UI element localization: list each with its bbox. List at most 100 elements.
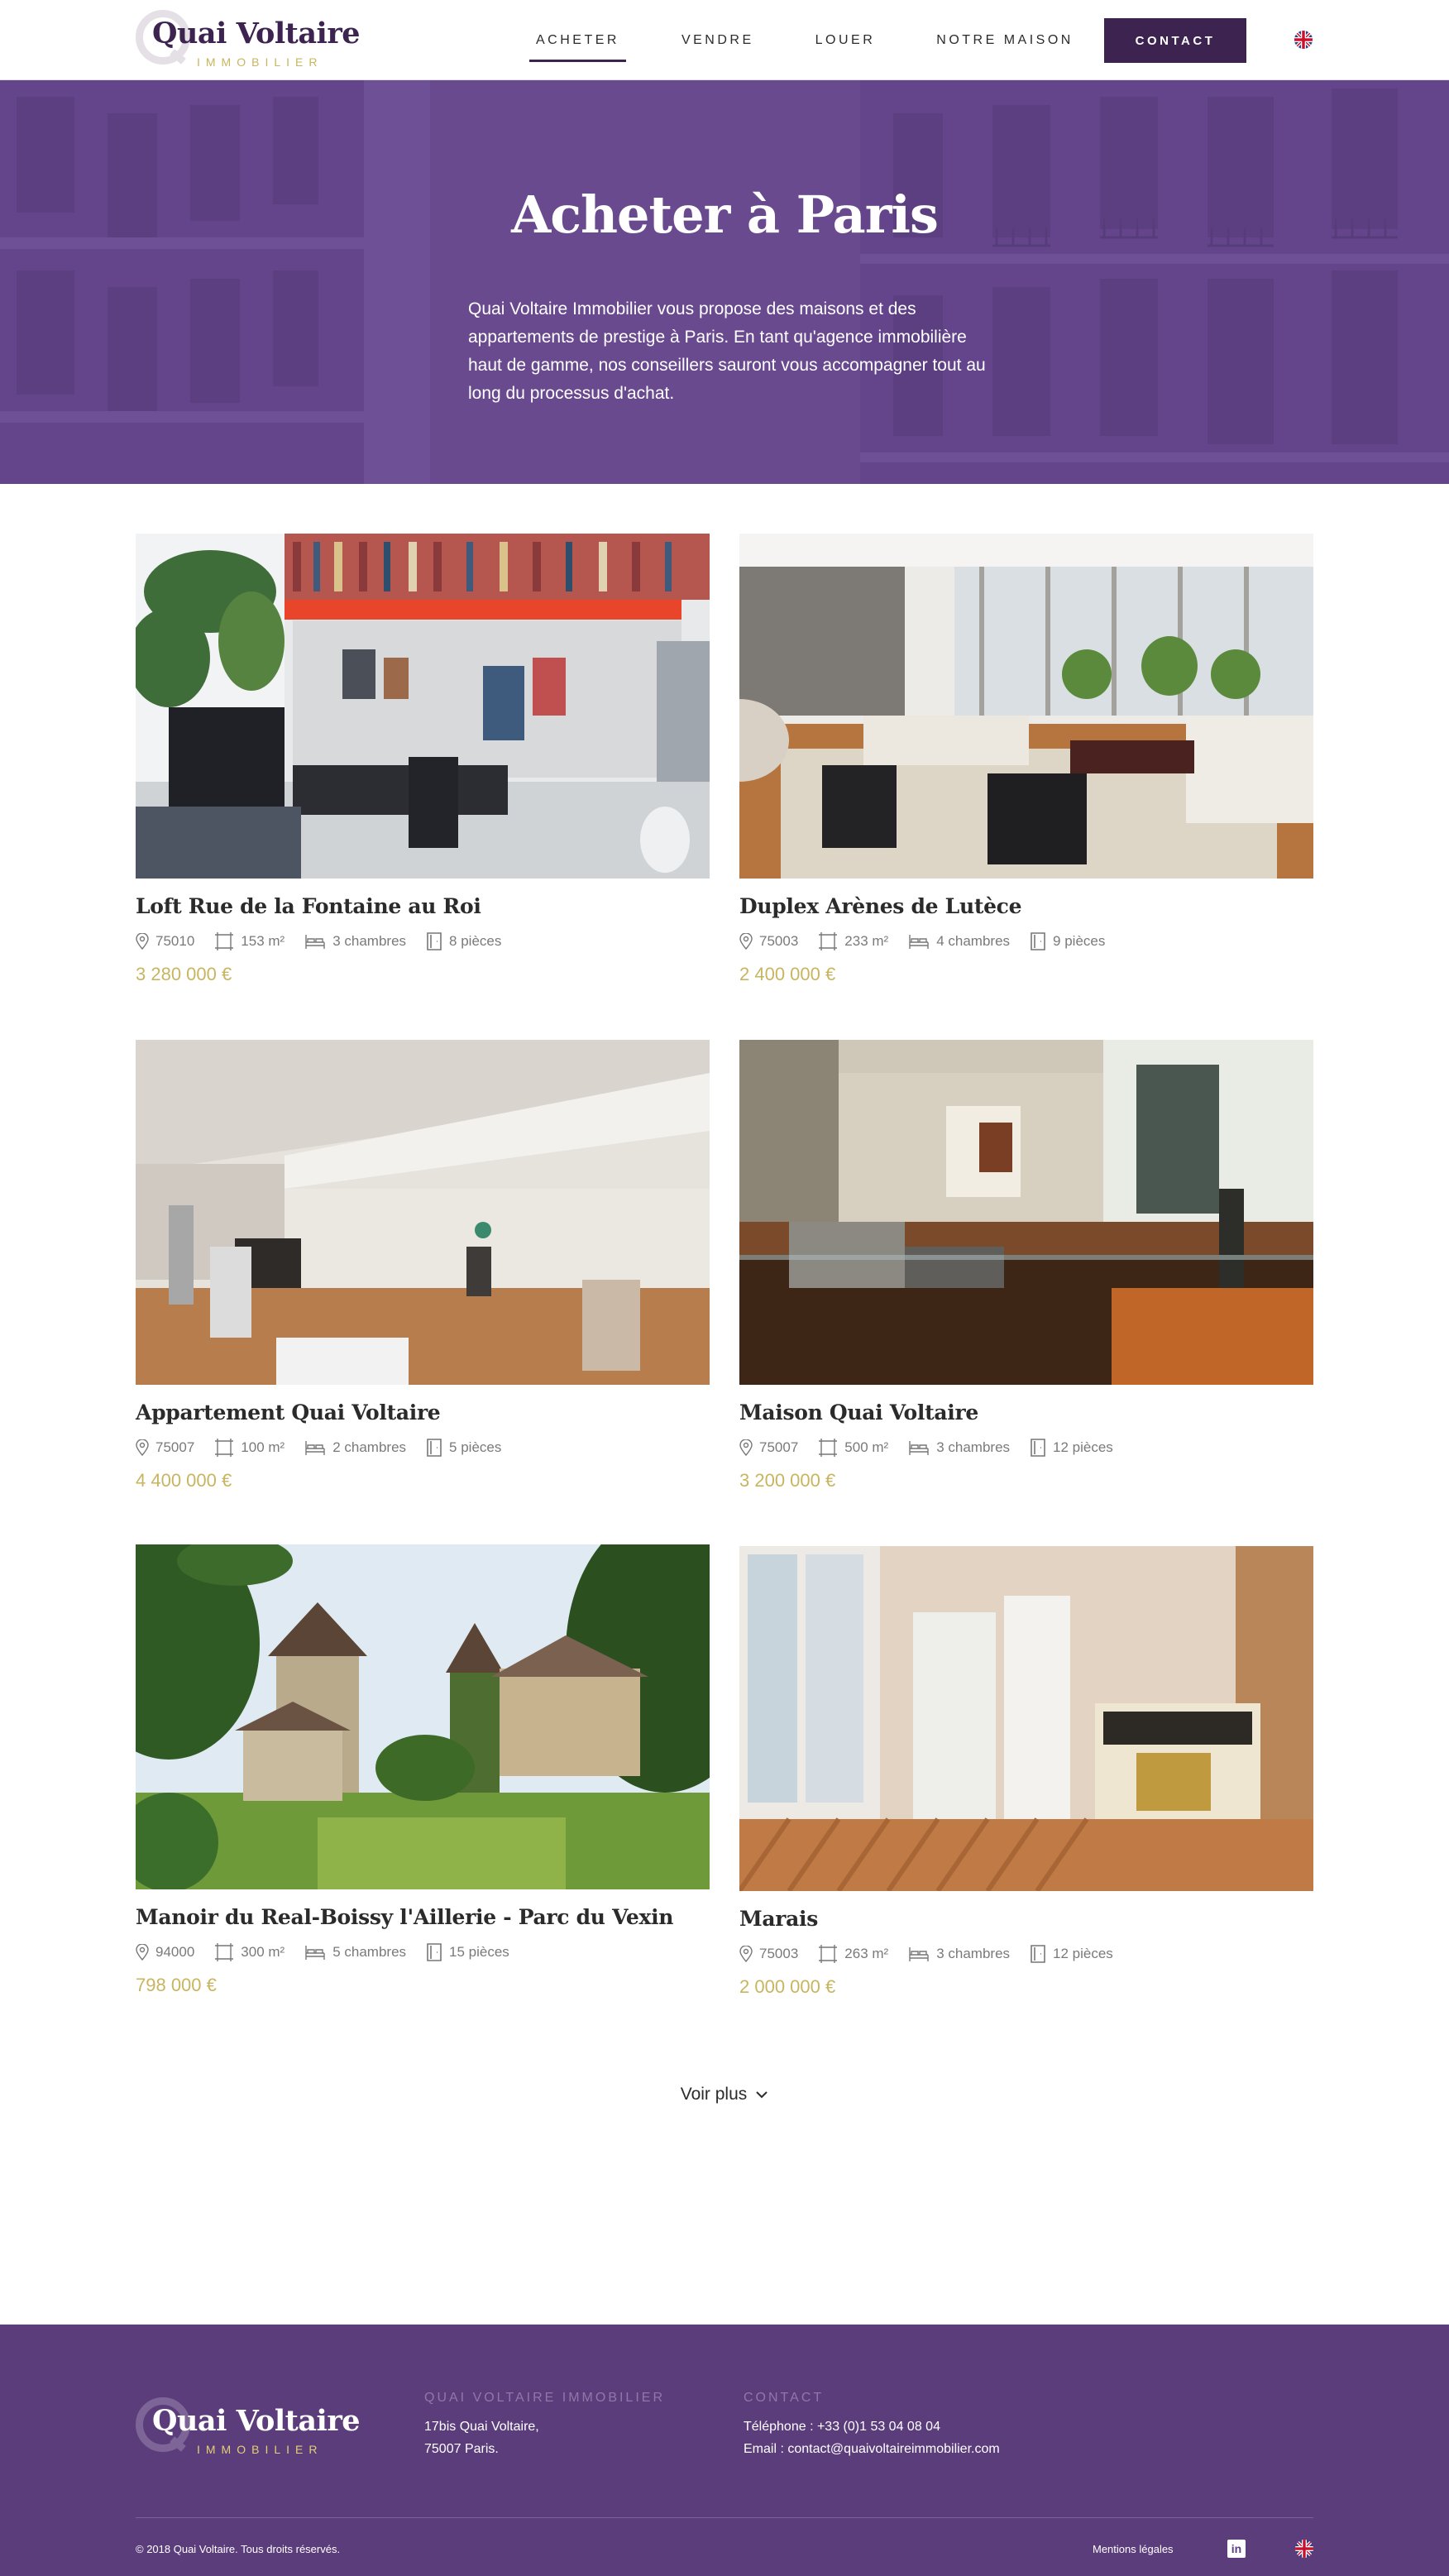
location-pin-icon — [136, 1439, 149, 1456]
nav-item-acheter[interactable]: ACHETER — [529, 0, 626, 80]
listing-title[interactable]: Loft Rue de la Fontaine au Roi — [136, 894, 481, 918]
door-icon — [1031, 1439, 1045, 1457]
listing-area: 500 m² — [818, 1438, 888, 1458]
listing-price: 3 280 000 € — [136, 964, 232, 984]
listing-zip: 75003 — [739, 933, 798, 950]
door-icon — [1031, 1945, 1045, 1963]
listing-bedrooms: 3 chambres — [908, 1945, 1010, 1963]
bed-icon — [305, 1946, 325, 1960]
listing-photo-manoir[interactable] — [136, 1544, 710, 1889]
site-logo[interactable]: Quai Voltaire IMMOBILIER — [136, 8, 361, 71]
footer-copyright: © 2018 Quai Voltaire. Tous droits réserv… — [136, 2543, 341, 2555]
logo-subtitle: IMMOBILIER — [197, 2443, 323, 2456]
listing-zip: 75007 — [136, 1439, 194, 1456]
area-frame-icon — [215, 1943, 234, 1961]
listing-area: 100 m² — [214, 1438, 285, 1458]
listing-title[interactable]: Maison Quai Voltaire — [739, 1401, 978, 1424]
listing-title[interactable]: Appartement Quai Voltaire — [136, 1401, 441, 1424]
listing-price: 2 400 000 € — [739, 964, 836, 984]
listing-area: 263 m² — [818, 1944, 888, 1964]
footer-address-line1: 17bis Quai Voltaire, — [424, 2420, 539, 2434]
footer-address-line2: 75007 Paris. — [424, 2442, 499, 2456]
listing-title[interactable]: Duplex Arènes de Lutèce — [739, 894, 1022, 918]
footer-phone[interactable]: Téléphone : +33 (0)1 53 04 08 04 — [744, 2416, 1000, 2438]
listing-rooms: 8 pièces — [426, 931, 501, 951]
listing-card[interactable]: Duplex Arènes de Lutèce 75003 233 m² 4 c… — [739, 534, 1313, 984]
bed-icon — [909, 1441, 929, 1455]
listing-bedrooms: 3 chambres — [304, 932, 406, 950]
site-footer: Quai Voltaire IMMOBILIER QUAI VOLTAIRE I… — [0, 2325, 1449, 2576]
listing-area: 233 m² — [818, 931, 888, 951]
area-frame-icon — [819, 1439, 838, 1457]
listing-rooms: 9 pièces — [1030, 931, 1105, 951]
listing-price: 3 200 000 € — [739, 1470, 836, 1491]
nav-item-louer[interactable]: LOUER — [809, 0, 882, 80]
logo-name: Quai Voltaire — [152, 17, 361, 50]
nav-item-vendre[interactable]: VENDRE — [675, 0, 761, 80]
listing-bedrooms: 3 chambres — [908, 1439, 1010, 1457]
listing-bedrooms: 2 chambres — [304, 1439, 406, 1457]
listing-card[interactable]: Marais 75003 263 m² 3 chambres 12 pièces… — [739, 1546, 1313, 1997]
listing-rooms: 12 pièces — [1030, 1438, 1113, 1458]
door-icon — [427, 1943, 442, 1961]
footer-divider — [136, 2517, 1313, 2518]
listing-price: 2 000 000 € — [739, 1976, 836, 1997]
uk-flag-icon[interactable] — [1295, 2540, 1313, 2558]
footer-logo[interactable]: Quai Voltaire IMMOBILIER — [136, 2396, 361, 2459]
footer-email[interactable]: Email : contact@quaivoltaireimmobilier.c… — [744, 2438, 1000, 2460]
listing-bedrooms: 5 chambres — [304, 1943, 406, 1961]
listing-price: 4 400 000 € — [136, 1470, 232, 1491]
main-nav: ACHETER VENDRE LOUER NOTRE MAISON — [529, 0, 1080, 80]
listing-photo-marais[interactable] — [739, 1546, 1313, 1891]
listing-details: 75010 153 m² 3 chambres 8 pièces — [136, 930, 521, 953]
footer-address-column: QUAI VOLTAIRE IMMOBILIER 17bis Quai Volt… — [424, 2391, 665, 2460]
listing-card[interactable]: Manoir du Real-Boissy l'Aillerie - Parc … — [136, 1544, 710, 1995]
door-icon — [1031, 932, 1045, 950]
listing-zip: 94000 — [136, 1944, 194, 1961]
listing-photo-appartement[interactable] — [136, 1040, 710, 1385]
listing-card[interactable]: Maison Quai Voltaire 75007 500 m² 3 cham… — [739, 1040, 1313, 1491]
listing-rooms: 15 pièces — [426, 1942, 509, 1962]
area-frame-icon — [819, 932, 838, 950]
listing-title[interactable]: Manoir du Real-Boissy l'Aillerie - Parc … — [136, 1905, 673, 1929]
voir-plus-button[interactable]: Voir plus — [662, 2080, 787, 2109]
chevron-down-icon — [756, 2091, 768, 2099]
listing-photo-duplex[interactable] — [739, 534, 1313, 879]
bed-icon — [909, 1947, 929, 1961]
listing-card[interactable]: Appartement Quai Voltaire 75007 100 m² 2… — [136, 1040, 710, 1491]
location-pin-icon — [136, 1944, 149, 1961]
bed-icon — [909, 935, 929, 949]
listing-title[interactable]: Marais — [739, 1907, 818, 1931]
location-pin-icon — [136, 933, 149, 950]
site-header: Quai Voltaire IMMOBILIER ACHETER VENDRE … — [0, 0, 1449, 80]
listing-photo-maison[interactable] — [739, 1040, 1313, 1385]
location-pin-icon — [739, 1946, 753, 1962]
listing-area: 153 m² — [214, 931, 285, 951]
listing-price: 798 000 € — [136, 1975, 217, 1995]
listing-zip: 75007 — [739, 1439, 798, 1456]
footer-address-heading: QUAI VOLTAIRE IMMOBILIER — [424, 2391, 665, 2405]
location-pin-icon — [739, 933, 753, 950]
hero-description: Quai Voltaire Immobilier vous propose de… — [468, 299, 986, 403]
uk-flag-icon[interactable] — [1294, 31, 1313, 49]
area-frame-icon — [819, 1945, 838, 1963]
listing-zip: 75010 — [136, 933, 194, 950]
door-icon — [427, 1439, 442, 1457]
contact-button[interactable]: CONTACT — [1104, 18, 1246, 63]
listing-zip: 75003 — [739, 1946, 798, 1962]
listing-details: 75007 500 m² 3 chambres 12 pièces — [739, 1436, 1133, 1459]
footer-contact-heading: CONTACT — [744, 2391, 825, 2405]
listing-rooms: 5 pièces — [426, 1438, 501, 1458]
hero-building-background — [0, 80, 1449, 484]
linkedin-icon[interactable]: in — [1227, 2540, 1246, 2558]
location-pin-icon — [739, 1439, 753, 1456]
listing-bedrooms: 4 chambres — [908, 932, 1010, 950]
listing-area: 300 m² — [214, 1942, 285, 1962]
listing-card[interactable]: Loft Rue de la Fontaine au Roi 75010 153… — [136, 534, 710, 984]
listing-details: 75003 233 m² 4 chambres 9 pièces — [739, 930, 1125, 953]
area-frame-icon — [215, 932, 234, 950]
nav-item-notre-maison[interactable]: NOTRE MAISON — [930, 0, 1080, 80]
legal-notice-link[interactable]: Mentions légales — [1093, 2543, 1174, 2555]
listing-photo-loft[interactable] — [136, 534, 710, 879]
listing-details: 75003 263 m² 3 chambres 12 pièces — [739, 1942, 1133, 1966]
